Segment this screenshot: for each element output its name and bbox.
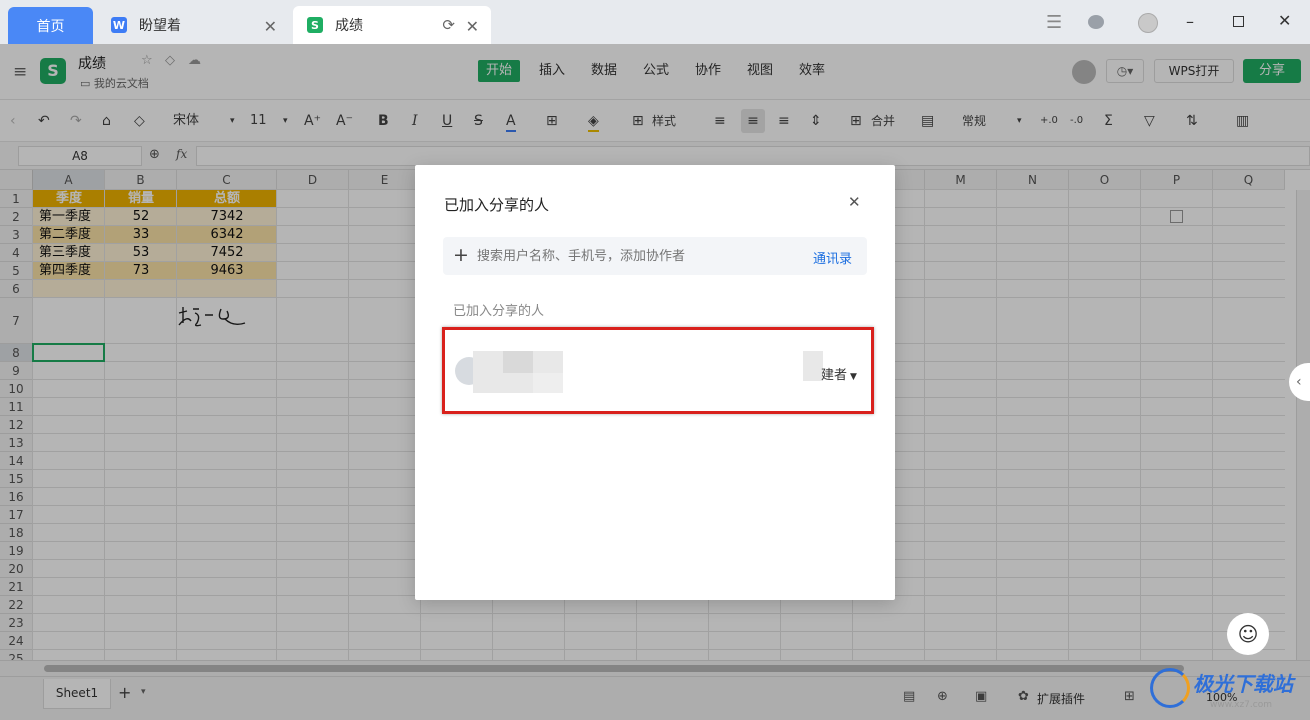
dialog-title: 已加入分享的人: [444, 196, 550, 214]
share-dialog: 已加入分享的人 ✕ + 通讯录 已加入分享的人 建者▼: [415, 165, 895, 600]
sheet-app-icon: S: [307, 17, 323, 33]
window-close-icon[interactable]: ✕: [1278, 11, 1291, 30]
tab-doc[interactable]: W 盼望着 ✕: [97, 6, 289, 44]
maximize-icon[interactable]: [1233, 16, 1244, 27]
watermark-url: www.xz7.com: [1210, 700, 1272, 710]
tab-doc-label: 盼望着: [139, 18, 181, 34]
section-label: 已加入分享的人: [453, 304, 545, 319]
plus-icon: +: [453, 244, 469, 266]
search-input[interactable]: [477, 245, 777, 267]
writer-app-icon: W: [111, 17, 127, 33]
contacts-link[interactable]: 通讯录: [813, 248, 852, 267]
close-icon[interactable]: ✕: [466, 17, 479, 36]
member-role-label: 建者: [821, 368, 848, 383]
role-redaction: [803, 351, 823, 381]
avatar[interactable]: [1138, 13, 1158, 33]
member-role-dropdown[interactable]: 建者 ▼: [821, 364, 857, 383]
assistant-icon[interactable]: ☺: [1227, 613, 1269, 655]
watermark-logo: [1150, 668, 1190, 708]
chat-icon[interactable]: [1088, 15, 1104, 29]
close-icon[interactable]: ✕: [264, 17, 277, 36]
close-icon[interactable]: ✕: [848, 193, 861, 211]
caret-down-icon: ▼: [850, 372, 857, 382]
tab-home[interactable]: 首页: [8, 7, 93, 44]
watermark-text: 极光下载站: [1193, 672, 1293, 696]
tab-bar: 首页 W 盼望着 ✕ S 成绩 ⟳ ✕ ☰ – ✕: [0, 0, 1310, 44]
minimize-icon[interactable]: –: [1186, 12, 1194, 31]
refresh-icon[interactable]: ⟳: [442, 16, 455, 34]
search-bar[interactable]: + 通讯录: [443, 237, 867, 275]
member-name-redacted: [473, 351, 563, 393]
tab-sheet-label: 成绩: [335, 18, 363, 34]
tab-sheet[interactable]: S 成绩 ⟳ ✕: [293, 6, 491, 44]
app-window: 首页 W 盼望着 ✕ S 成绩 ⟳ ✕ ☰ – ✕ ≡ S 成绩 ☆ ◇ ☁ ▭…: [0, 0, 1310, 720]
menu-list-icon[interactable]: ☰: [1046, 12, 1062, 33]
